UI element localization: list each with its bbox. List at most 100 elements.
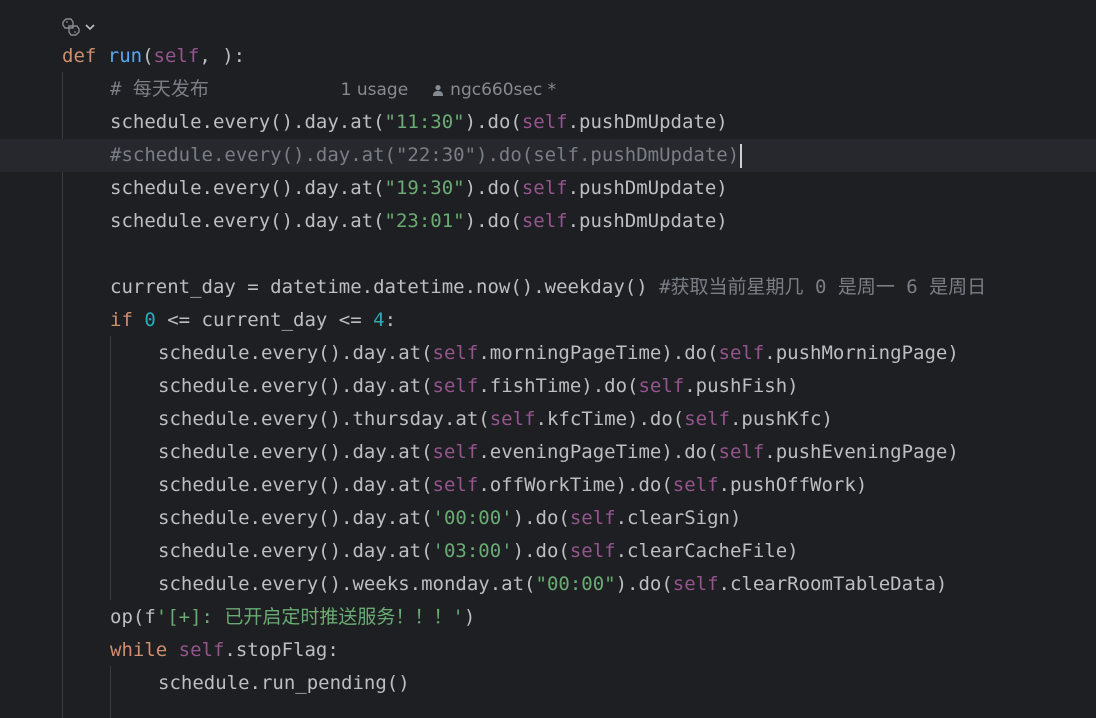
self-token: self	[569, 507, 616, 529]
comment-token: #获取当前星期几 0 是周一 6 是周日	[659, 276, 987, 298]
code-line-text: # 每天发布	[110, 73, 209, 106]
code-token: schedule.every().day.at(	[158, 507, 433, 529]
number-token: 4	[373, 309, 385, 331]
string-token: '03:00'	[432, 540, 513, 562]
keyword-token: def	[62, 45, 108, 67]
self-token: self	[638, 375, 685, 397]
code-token: current_day = datetime.datetime.now().we…	[110, 276, 660, 298]
code-line[interactable]: schedule.every().weeks.monday.at("00:00"…	[0, 568, 1096, 601]
self-token: self	[178, 639, 225, 661]
text-caret	[740, 143, 743, 168]
code-token: schedule.every().weeks.monday.at(	[158, 573, 536, 595]
function-name-token: run	[107, 45, 143, 67]
self-token: self	[521, 177, 568, 199]
code-editor[interactable]: def run(self, ): 1 usage ngc660sec * # 每天…	[0, 0, 1096, 718]
code-line[interactable]: schedule.run_pending()	[0, 667, 1096, 700]
code-line[interactable]: schedule.every().day.at('03:00').do(self…	[0, 535, 1096, 568]
code-token: .pushMorningPage)	[764, 342, 959, 364]
self-token: self	[569, 540, 616, 562]
code-token: ).do(	[464, 210, 522, 232]
code-token: schedule.every().day.at(	[110, 210, 385, 232]
code-token: , ):	[199, 45, 246, 67]
code-token: .pushEveningPage)	[764, 441, 959, 463]
comment-token: # 每天发布	[110, 78, 209, 100]
code-line[interactable]: schedule.every().day.at("19:30").do(self…	[0, 172, 1096, 205]
code-token: .pushDmUpdate)	[567, 177, 728, 199]
code-token: .pushDmUpdate)	[567, 111, 728, 133]
code-line-text: schedule.every().thursday.at(self.kfcTim…	[158, 403, 833, 436]
code-line[interactable]: schedule.every().day.at(self.morningPage…	[0, 337, 1096, 370]
code-line-text: schedule.every().day.at(self.eveningPage…	[158, 436, 959, 469]
code-line-text: schedule.every().day.at('03:00').do(self…	[158, 535, 799, 568]
code-line[interactable]: schedule.every().day.at(self.fishTime).d…	[0, 370, 1096, 403]
self-token: self	[432, 342, 479, 364]
code-fold-toggle[interactable]	[60, 14, 104, 40]
number-token: 0	[144, 309, 156, 331]
code-token: .pushDmUpdate)	[567, 210, 728, 232]
code-token: schedule.every().day.at(	[158, 342, 433, 364]
code-line-text: while self.stopFlag:	[110, 634, 339, 667]
code-line-text: if 0 <= current_day <= 4:	[110, 304, 396, 337]
self-token: self	[521, 111, 568, 133]
self-token: self	[432, 474, 479, 496]
code-token: <= current_day <=	[155, 309, 374, 331]
self-token: self	[521, 210, 568, 232]
code-line-text: schedule.every().day.at("23:01").do(self…	[110, 205, 728, 238]
code-line[interactable]: if 0 <= current_day <= 4:	[0, 304, 1096, 337]
self-token: self	[432, 375, 479, 397]
keyword-token: while	[110, 639, 179, 661]
code-token: schedule.every().day.at(	[110, 111, 385, 133]
code-token: op(f	[110, 606, 156, 628]
code-token: ).do(	[464, 111, 522, 133]
self-token: self	[718, 441, 765, 463]
self-token: self	[684, 408, 730, 430]
code-line[interactable]: schedule.every().day.at('00:00').do(self…	[0, 502, 1096, 535]
code-token: .kfcTime).do(	[535, 408, 685, 430]
code-token: .clearSign)	[615, 507, 742, 529]
code-line[interactable]: while self.stopFlag:	[0, 634, 1096, 667]
code-token: .pushOffWork)	[718, 474, 868, 496]
self-token: self	[432, 441, 479, 463]
code-line[interactable]: op(f'[+]: 已开启定时推送服务！！！')	[0, 601, 1096, 634]
code-token: schedule.every().day.at(	[158, 474, 433, 496]
code-line-text: schedule.every().day.at(self.fishTime).d…	[158, 370, 799, 403]
self-token: self	[718, 342, 765, 364]
code-token: ).do(	[615, 573, 673, 595]
keyword-token: if	[110, 309, 145, 331]
code-line-text: schedule.every().day.at("19:30").do(self…	[110, 172, 728, 205]
code-token: .morningPageTime).do(	[478, 342, 719, 364]
code-token: .eveningPageTime).do(	[478, 441, 719, 463]
code-line[interactable]: def run(self, ): 1 usage ngc660sec *	[0, 40, 1096, 100]
code-token: schedule.every().day.at(	[158, 540, 433, 562]
code-line[interactable]	[0, 238, 1096, 271]
string-token: "11:30"	[384, 111, 465, 133]
code-line-text: current_day = datetime.datetime.now().we…	[110, 271, 986, 304]
code-token: ).do(	[512, 507, 570, 529]
code-token: .stopFlag:	[224, 639, 339, 661]
code-line-text: schedule.every().day.at(self.morningPage…	[158, 337, 959, 370]
code-line-text: op(f'[+]: 已开启定时推送服务！！！')	[110, 601, 475, 634]
code-token: schedule.every().day.at(	[158, 375, 433, 397]
code-token: .pushFish)	[684, 375, 799, 397]
code-line-text: def run(self, ):	[62, 40, 245, 73]
code-line-text: schedule.run_pending()	[158, 667, 410, 700]
self-token: self	[672, 573, 719, 595]
code-line[interactable]: schedule.every().day.at("23:01").do(self…	[0, 205, 1096, 238]
current-code-line[interactable]: #schedule.every().day.at("22:30").do(sel…	[0, 139, 1096, 172]
code-token: .pushKfc)	[729, 408, 833, 430]
code-line-text: schedule.every().day.at('00:00').do(self…	[158, 502, 741, 535]
code-token: :	[384, 309, 397, 331]
code-line[interactable]: schedule.every().day.at(self.offWorkTime…	[0, 469, 1096, 502]
code-token: )	[463, 606, 476, 628]
code-line[interactable]: current_day = datetime.datetime.now().we…	[0, 271, 1096, 304]
code-line[interactable]: schedule.every().thursday.at(self.kfcTim…	[0, 403, 1096, 436]
code-line[interactable]: schedule.every().day.at("11:30").do(self…	[0, 106, 1096, 139]
code-line-text: schedule.every().day.at("11:30").do(self…	[110, 106, 728, 139]
code-line[interactable]: # 每天发布	[0, 73, 1096, 106]
self-token: self	[489, 408, 536, 430]
inlay-hints[interactable]: 1 usage ngc660sec *	[254, 40, 556, 100]
string-token: '[+]: 已开启定时推送服务！！！'	[155, 606, 464, 628]
code-line[interactable]: schedule.every().day.at(self.eveningPage…	[0, 436, 1096, 469]
code-token: ).do(	[464, 177, 522, 199]
code-token: schedule.every().day.at(	[158, 441, 433, 463]
